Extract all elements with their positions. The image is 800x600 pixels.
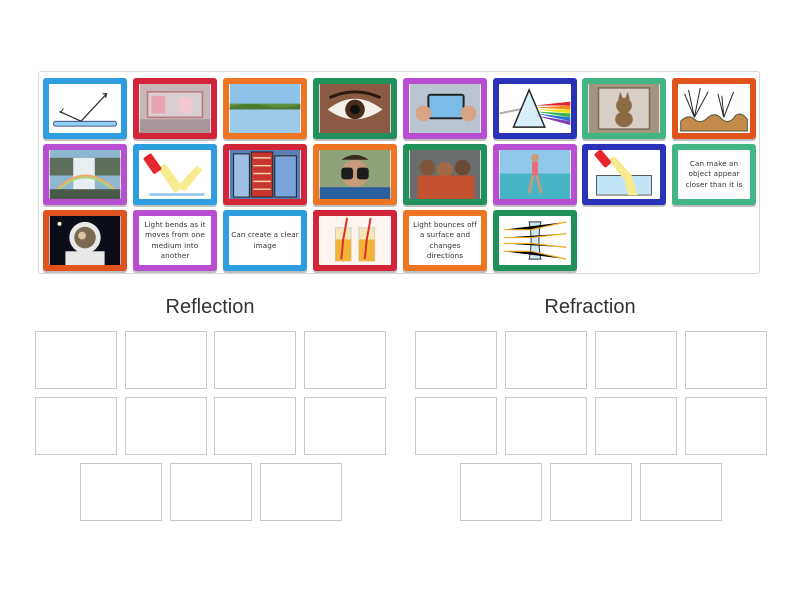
reflection-drop-slot[interactable]: [304, 397, 386, 455]
underwater-legs-photo-icon: [499, 150, 571, 199]
refraction-drop-slot[interactable]: [685, 331, 767, 389]
refraction-drop-slot[interactable]: [595, 397, 677, 455]
astronaut-visor-photo-icon: [49, 216, 121, 265]
reflection-drop-slot[interactable]: [304, 331, 386, 389]
text-card[interactable]: Can make an object appear closer than it…: [672, 144, 756, 205]
image-card[interactable]: [313, 144, 397, 205]
image-card[interactable]: [672, 78, 756, 139]
reflection-drop-slot[interactable]: [214, 331, 296, 389]
image-card[interactable]: [493, 78, 577, 139]
image-card[interactable]: [43, 78, 127, 139]
waterfall-rainbow-photo-icon: [49, 150, 121, 199]
text-card[interactable]: Light bends as it moves from one medium …: [133, 210, 217, 271]
reflection-drop-slot[interactable]: [125, 331, 207, 389]
reflection-drop-slot[interactable]: [80, 463, 162, 521]
image-card[interactable]: [313, 78, 397, 139]
prism-rainbow-icon: [499, 84, 571, 133]
reflection-drop-slot[interactable]: [214, 397, 296, 455]
image-card[interactable]: [313, 210, 397, 271]
reflection-drop-slot[interactable]: [35, 331, 117, 389]
concave-lens-diagram-icon: [499, 216, 571, 265]
mirror-reflection-diagram-icon: [49, 84, 121, 133]
eye-photo-icon: [319, 84, 391, 133]
refraction-drop-slot[interactable]: [595, 331, 677, 389]
flashlight-reflection-icon: [139, 150, 211, 199]
cat-mirror-photo-icon: [588, 84, 660, 133]
card-label: Light bends as it moves from one medium …: [144, 219, 206, 261]
refraction-drop-slot[interactable]: [505, 331, 587, 389]
image-card[interactable]: [43, 144, 127, 205]
reflection-drop-slot[interactable]: [170, 463, 252, 521]
image-card[interactable]: [582, 78, 666, 139]
family-selfie-photo-icon: [409, 150, 481, 199]
group-title-refraction: Refraction: [544, 296, 636, 318]
card-text-area: Can make an object appear closer than it…: [678, 150, 750, 199]
refraction-drop-slot[interactable]: [505, 397, 587, 455]
image-card[interactable]: [582, 144, 666, 205]
flashlight-water-refraction-icon: [588, 150, 660, 199]
text-card[interactable]: Can create a clear image: [223, 210, 307, 271]
binoculars-photo-icon: [319, 150, 391, 199]
card-label: Can make an object appear closer than it…: [685, 158, 743, 189]
reflection-drop-slot[interactable]: [260, 463, 342, 521]
refraction-drop-slot[interactable]: [415, 331, 497, 389]
refraction-drop-slot[interactable]: [685, 397, 767, 455]
image-card[interactable]: [43, 210, 127, 271]
card-text-area: Light bounces off a surface and changes …: [409, 216, 481, 265]
refraction-drop-slot[interactable]: [415, 397, 497, 455]
image-card[interactable]: [403, 78, 487, 139]
card-text-area: Can create a clear image: [229, 216, 301, 265]
reflection-drop-slot[interactable]: [125, 397, 207, 455]
refraction-drop-slot[interactable]: [640, 463, 722, 521]
card-label: Can create a clear image: [231, 230, 299, 250]
image-card[interactable]: [223, 144, 307, 205]
lake-reflection-photo-icon: [229, 84, 301, 133]
image-card[interactable]: [493, 144, 577, 205]
image-card[interactable]: [133, 78, 217, 139]
text-card[interactable]: Light bounces off a surface and changes …: [403, 210, 487, 271]
image-card[interactable]: [133, 144, 217, 205]
straws-in-glasses-icon: [319, 216, 391, 265]
image-card[interactable]: [403, 144, 487, 205]
group-title-reflection: Reflection: [165, 296, 255, 318]
reflection-drop-slot[interactable]: [35, 397, 117, 455]
card-text-area: Light bends as it moves from one medium …: [139, 216, 211, 265]
bathroom-mirror-photo-icon: [139, 84, 211, 133]
phone-camera-photo-icon: [409, 84, 481, 133]
image-card[interactable]: [223, 78, 307, 139]
refraction-drop-slot[interactable]: [460, 463, 542, 521]
refraction-drop-slot[interactable]: [550, 463, 632, 521]
glass-building-photo-icon: [229, 150, 301, 199]
image-card[interactable]: [493, 210, 577, 271]
card-label: Light bounces off a surface and changes …: [413, 219, 477, 261]
rough-surface-reflection-icon: [678, 84, 750, 133]
